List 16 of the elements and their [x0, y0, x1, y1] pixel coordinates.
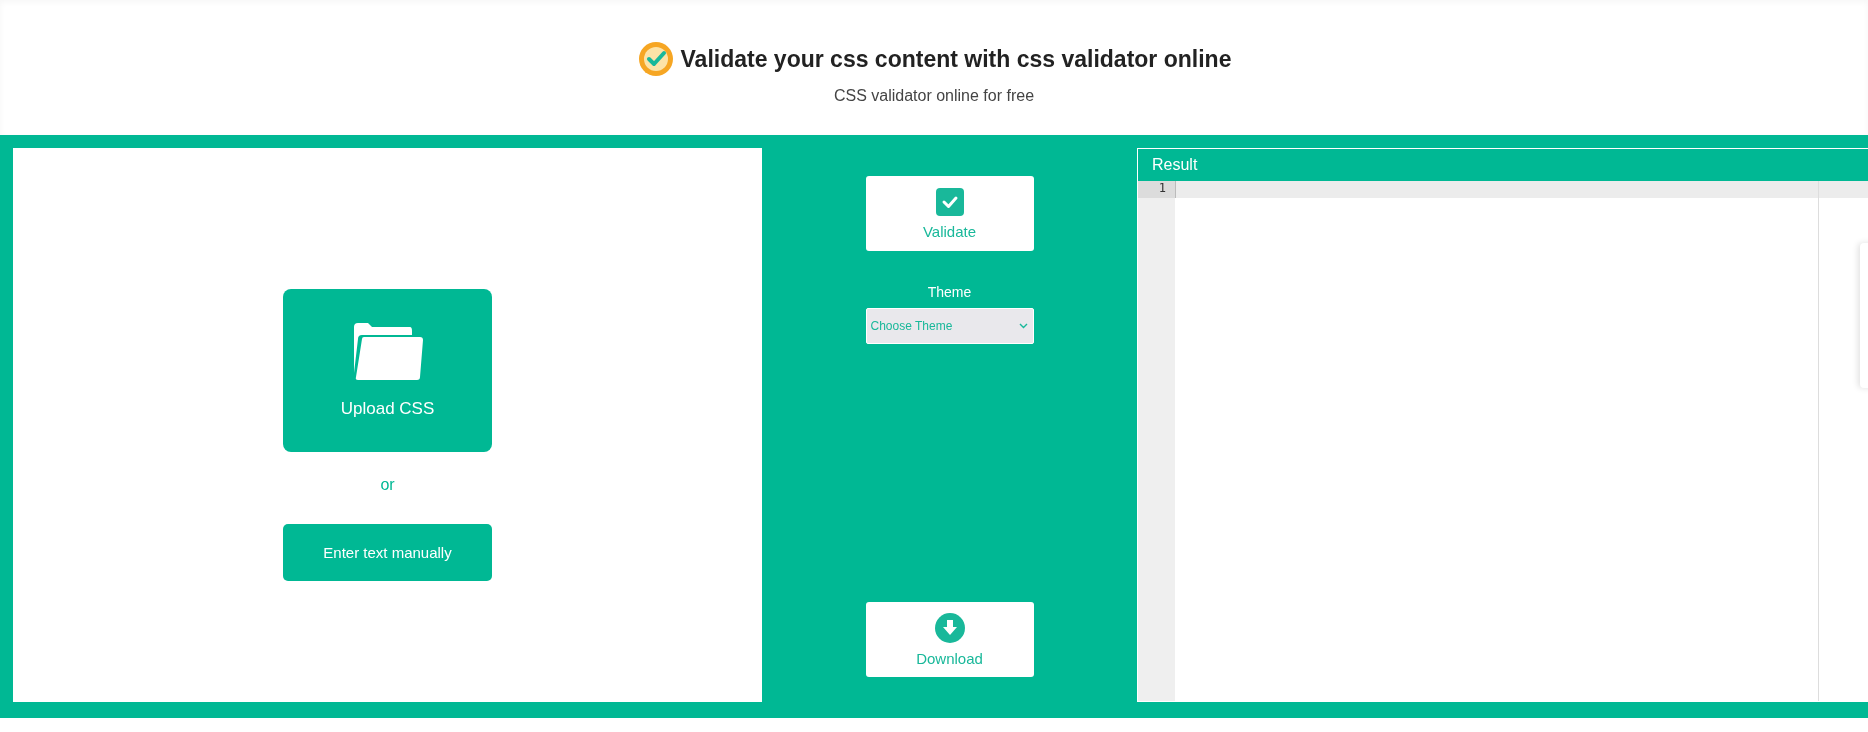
- upload-button[interactable]: Upload CSS: [283, 289, 492, 452]
- download-icon: [934, 612, 965, 643]
- line-number: 1: [1138, 181, 1175, 198]
- folder-icon: [351, 322, 424, 381]
- download-button[interactable]: Download: [865, 602, 1034, 677]
- theme-select[interactable]: Choose Theme: [865, 308, 1034, 344]
- checkbox-icon: [935, 187, 964, 216]
- enter-text-button[interactable]: Enter text manually: [283, 524, 492, 581]
- chevron-down-icon: [1018, 323, 1028, 329]
- theme-label: Theme: [927, 284, 972, 300]
- page-title: Validate your css content with css validator online: [680, 46, 1232, 73]
- validate-button[interactable]: Validate: [865, 176, 1034, 251]
- logo-icon: [636, 40, 675, 79]
- page-subtitle: CSS validator online for free: [833, 86, 1035, 105]
- result-title: Result: [1138, 149, 1868, 181]
- separator-text: or: [380, 476, 395, 494]
